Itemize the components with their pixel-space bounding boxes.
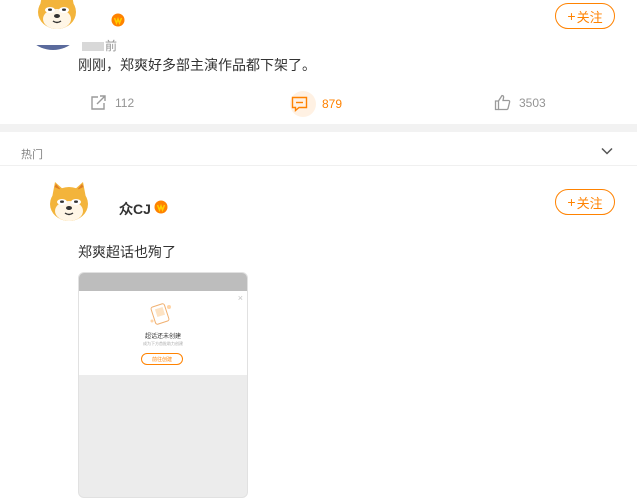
post2-username[interactable]: 众CJ (119, 199, 151, 219)
post1-text: 刚刚，郑爽好多部主演作品都下架了。 (78, 57, 316, 73)
image-dialog-button: 前往创建 (141, 353, 183, 365)
doge-avatar-icon (50, 182, 88, 221)
comment-icon (291, 96, 307, 112)
feed-divider (0, 124, 637, 132)
comment-icon-wrap (290, 91, 316, 117)
post1-follow-label: 关注 (576, 9, 603, 25)
post2-follow-label: 关注 (576, 195, 603, 211)
post2-text: 郑爽超话也殉了 (78, 244, 176, 260)
repost-button[interactable]: 112 (90, 94, 134, 111)
plus-icon: + (567, 194, 576, 210)
image-dialog-title: 超话还未创建 (144, 334, 181, 340)
post1-timestamp-label: 前 (105, 39, 118, 53)
image-dialog: × 超话还未创建 成为下方首批助力创建 前往创建 (79, 291, 247, 375)
post2-image[interactable]: × 超话还未创建 成为下方首批助力创建 前往创建 (78, 272, 248, 498)
post1-follow-button[interactable]: + 关注 (555, 3, 615, 29)
post2-vip-badge (154, 200, 168, 219)
like-button[interactable]: 3503 (494, 94, 546, 111)
chevron-down-icon (601, 147, 613, 155)
hot-section-title: 热门 (21, 149, 43, 161)
timestamp-redaction (82, 42, 104, 52)
close-icon: × (237, 293, 243, 303)
post1-vip-badge (111, 13, 125, 32)
post1-timestamp: 前 (82, 37, 132, 54)
comment-button[interactable]: 879 (290, 91, 342, 117)
tablet-illustration-icon (150, 303, 171, 325)
repost-icon (91, 95, 106, 110)
section-divider (0, 165, 637, 166)
post2-avatar[interactable] (46, 178, 92, 229)
post1-avatar[interactable] (34, 0, 80, 37)
vip-badge-icon (154, 200, 168, 214)
like-icon (494, 94, 511, 111)
vip-badge-icon (111, 13, 125, 27)
plus-icon: + (567, 8, 576, 24)
post2-follow-button[interactable]: + 关注 (555, 189, 615, 215)
doge-avatar-icon (38, 0, 76, 29)
image-dialog-subtitle: 成为下方首批助力创建 (143, 341, 183, 346)
section-expand-button[interactable] (600, 144, 614, 163)
like-count: 3503 (519, 95, 546, 110)
comment-count: 879 (322, 97, 343, 111)
image-status-bar (79, 273, 247, 291)
repost-count: 112 (115, 95, 135, 110)
